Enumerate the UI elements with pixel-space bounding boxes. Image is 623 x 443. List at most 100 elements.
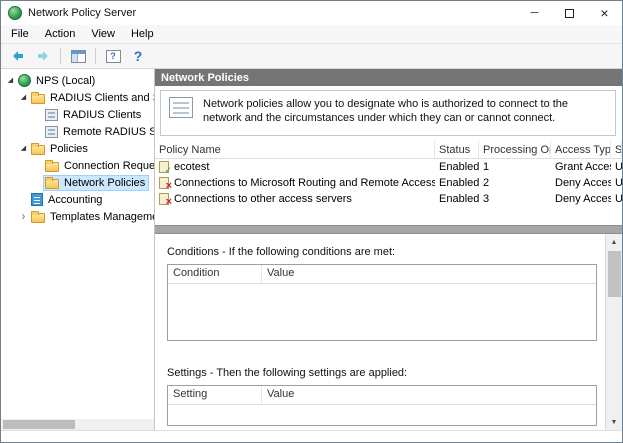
tree-item-radius-clients-and-servers[interactable]: ◢ RADIUS Clients and Servers <box>1 89 154 106</box>
console-tree-panel: ◢ NPS (Local) ◢ RADIUS Clients and Serve… <box>1 69 155 430</box>
tree-item-label: Templates Management <box>50 211 154 223</box>
tree-item-nps-local[interactable]: ◢ NPS (Local) <box>1 72 154 89</box>
folder-icon <box>45 162 59 172</box>
view-header: Network Policies <box>155 69 622 86</box>
help-window-icon <box>106 50 121 63</box>
window-bottom-strip <box>1 430 622 442</box>
scrollbar-thumb[interactable] <box>608 251 621 297</box>
policy-grant-icon <box>159 161 169 173</box>
policy-row-ecotest[interactable]: ecotest Enabled 1 Grant Access U <box>155 159 622 175</box>
column-header-status[interactable]: Status <box>435 141 479 158</box>
column-header-source[interactable]: S <box>611 141 622 158</box>
policy-status: Enabled <box>435 177 479 189</box>
nps-console-window: Network Policy Server ─ × File Action Vi… <box>0 0 623 443</box>
tree-horizontal-scrollbar[interactable] <box>1 419 154 430</box>
tree-item-label: Policies <box>50 143 88 155</box>
console-tree-icon <box>71 50 86 63</box>
help-button[interactable] <box>126 46 150 67</box>
tree-item-templates-management[interactable]: › Templates Management <box>1 208 154 225</box>
settings-table: Setting Value <box>167 385 597 426</box>
conditions-table: Condition Value <box>167 264 597 341</box>
window-title: Network Policy Server <box>28 7 136 19</box>
view-header-title: Network Policies <box>161 72 249 84</box>
policy-status: Enabled <box>435 161 479 173</box>
minimize-button[interactable]: ─ <box>517 1 552 25</box>
column-header-policy-name[interactable]: Policy Name <box>155 141 435 158</box>
tree-item-label: RADIUS Clients <box>63 109 141 121</box>
back-arrow-icon <box>13 51 23 61</box>
expander-expanded-icon[interactable]: ◢ <box>4 72 17 89</box>
minimize-icon: ─ <box>531 7 539 19</box>
maximize-button[interactable] <box>552 1 587 25</box>
policy-source: U <box>611 161 622 173</box>
policies-list-header: Policy Name Status Processing Order Acce… <box>155 141 622 159</box>
tree-item-connection-request-policies[interactable]: Connection Request Po <box>1 157 154 174</box>
accounting-icon <box>31 193 43 206</box>
remote-radius-server-icon <box>45 126 58 138</box>
policy-name: Connections to other access servers <box>174 193 352 205</box>
tree-item-accounting[interactable]: Accounting <box>1 191 154 208</box>
column-header-value[interactable]: Value <box>262 265 596 283</box>
menu-help[interactable]: Help <box>123 25 162 43</box>
policy-status: Enabled <box>435 193 479 205</box>
tree-item-network-policies[interactable]: Network Policies <box>1 174 154 191</box>
description-text: Network policies allow you to designate … <box>203 97 607 126</box>
title-bar[interactable]: Network Policy Server ─ × <box>1 1 622 25</box>
policy-access-type: Grant Access <box>551 161 611 173</box>
toolbar <box>1 44 622 69</box>
toolbar-separator <box>95 48 96 64</box>
menu-file[interactable]: File <box>3 25 37 43</box>
policy-row-ms-routing-remote-access[interactable]: Connections to Microsoft Routing and Rem… <box>155 175 622 191</box>
maximize-icon <box>565 9 574 18</box>
expander-expanded-icon[interactable]: ◢ <box>17 89 30 106</box>
policy-details-pane: Conditions - If the following conditions… <box>155 234 622 430</box>
tree-item-label: Remote RADIUS Server <box>63 126 154 138</box>
properties-help-button[interactable] <box>101 46 125 67</box>
globe-icon <box>18 74 31 87</box>
scroll-up-icon[interactable]: ▲ <box>606 234 623 250</box>
policy-source: U <box>611 177 622 189</box>
window-controls: ─ × <box>517 1 622 25</box>
folder-icon <box>45 179 59 189</box>
policy-info-icon <box>169 97 193 118</box>
column-header-condition[interactable]: Condition <box>168 265 262 283</box>
tree-item-policies[interactable]: ◢ Policies <box>1 140 154 157</box>
policy-order: 3 <box>479 193 551 205</box>
back-button[interactable] <box>6 46 30 67</box>
policy-row-other-access-servers[interactable]: Connections to other access servers Enab… <box>155 191 622 207</box>
settings-table-body <box>168 405 596 425</box>
policy-deny-icon <box>159 177 169 189</box>
policy-deny-icon <box>159 193 169 205</box>
details-vertical-scrollbar[interactable]: ▲ ▼ <box>605 234 622 430</box>
expander-collapsed-icon[interactable]: › <box>17 208 30 225</box>
menu-view[interactable]: View <box>83 25 123 43</box>
tree-item-remote-radius-server[interactable]: Remote RADIUS Server <box>1 123 154 140</box>
policy-name: Connections to Microsoft Routing and Rem… <box>174 177 435 189</box>
menu-action[interactable]: Action <box>37 25 84 43</box>
tree-item-radius-clients[interactable]: RADIUS Clients <box>1 106 154 123</box>
column-header-setting[interactable]: Setting <box>168 386 262 404</box>
menu-bar: File Action View Help <box>1 25 622 44</box>
tree-item-label: NPS (Local) <box>36 75 95 87</box>
close-button[interactable]: × <box>587 1 622 25</box>
policy-access-type: Deny Access <box>551 193 611 205</box>
forward-button[interactable] <box>31 46 55 67</box>
conditions-table-body <box>168 284 596 340</box>
column-header-value[interactable]: Value <box>262 386 596 404</box>
pane-splitter[interactable] <box>155 225 622 234</box>
conditions-table-header: Condition Value <box>168 265 596 284</box>
policies-list-empty-area <box>155 207 622 225</box>
policy-source: U <box>611 193 622 205</box>
toolbar-separator <box>60 48 61 64</box>
expander-expanded-icon[interactable]: ◢ <box>17 140 30 157</box>
column-header-processing-order[interactable]: Processing Order <box>479 141 551 158</box>
scroll-down-icon[interactable]: ▼ <box>606 414 623 430</box>
show-console-tree-button[interactable] <box>66 46 90 67</box>
scrollbar-thumb[interactable] <box>3 420 75 429</box>
policy-name: ecotest <box>174 161 209 173</box>
selected-tree-item[interactable]: Network Policies <box>44 176 148 190</box>
console-tree: ◢ NPS (Local) ◢ RADIUS Clients and Serve… <box>1 69 154 419</box>
policy-order: 2 <box>479 177 551 189</box>
column-header-access-type[interactable]: Access Type <box>551 141 611 158</box>
policy-access-type: Deny Access <box>551 177 611 189</box>
